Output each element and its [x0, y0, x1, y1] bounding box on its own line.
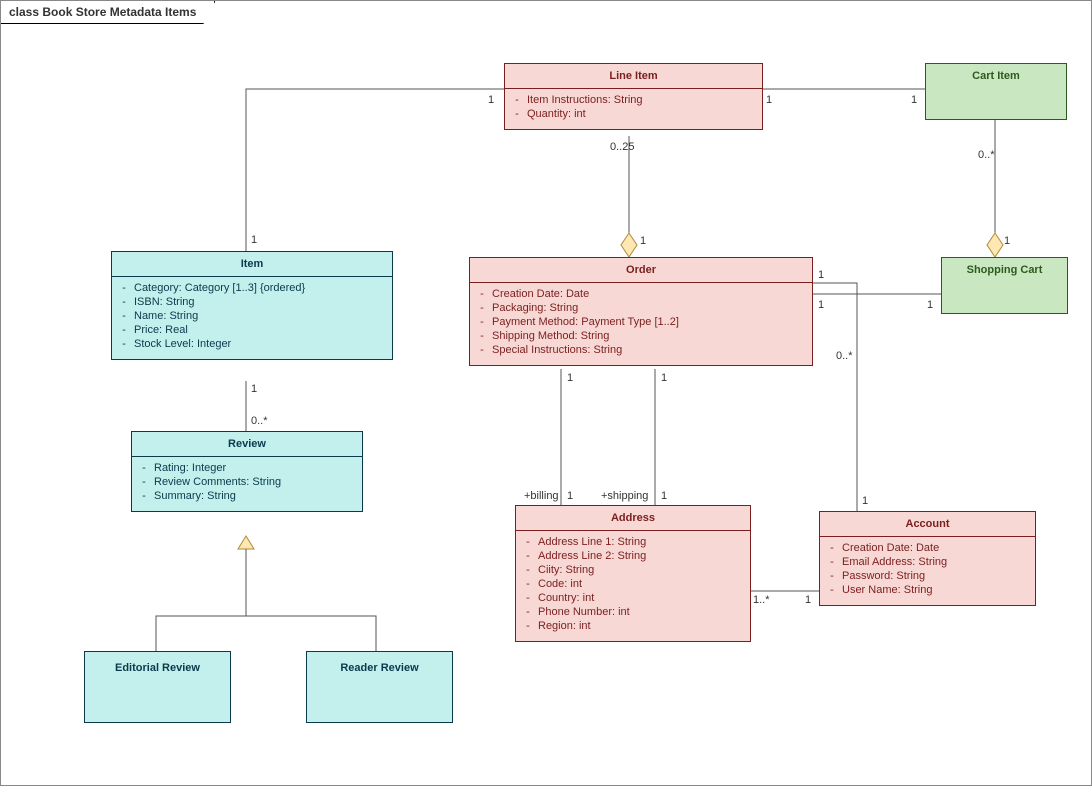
class-diagram: class Book Store Metadata Items [0, 0, 1092, 786]
diagram-title: class Book Store Metadata Items [1, 1, 215, 24]
class-attrs: -Rating: Integer-Review Comments: String… [132, 457, 362, 511]
mult: 1 [661, 490, 667, 502]
class-order[interactable]: Order -Creation Date: Date-Packaging: St… [469, 257, 813, 366]
mult: 1 [251, 234, 257, 246]
mult: 1 [251, 383, 257, 395]
class-account[interactable]: Account -Creation Date: Date-Email Addre… [819, 511, 1036, 606]
mult: 1 [488, 94, 494, 106]
class-cart-item[interactable]: Cart Item [925, 63, 1067, 120]
mult: 1 [640, 235, 646, 247]
mult: 1 [567, 372, 573, 384]
mult: 0..* [251, 415, 268, 427]
class-title: Shopping Cart [942, 258, 1067, 282]
mult: 1 [927, 299, 933, 311]
mult: +shipping [601, 490, 648, 502]
class-attrs: -Address Line 1: String-Address Line 2: … [516, 531, 750, 641]
class-shopping-cart[interactable]: Shopping Cart [941, 257, 1068, 314]
mult: 0..25 [610, 141, 634, 153]
class-title: Line Item [505, 64, 762, 89]
mult: 0..* [836, 350, 853, 362]
class-attrs: -Creation Date: Date-Packaging: String-P… [470, 283, 812, 365]
class-attrs: -Item Instructions: String-Quantity: int [505, 89, 762, 129]
mult: 1 [661, 372, 667, 384]
mult: 1 [567, 490, 573, 502]
mult: 1 [766, 94, 772, 106]
mult: 1 [818, 299, 824, 311]
class-attrs: -Category: Category [1..3] {ordered}-ISB… [112, 277, 392, 359]
mult: +billing [524, 490, 559, 502]
class-reader-review[interactable]: Reader Review [306, 651, 453, 723]
mult: 1 [818, 269, 824, 281]
class-title: Item [112, 252, 392, 277]
class-title: Address [516, 506, 750, 531]
mult: 1..* [753, 594, 770, 606]
class-title: Order [470, 258, 812, 283]
class-attrs: -Creation Date: Date-Email Address: Stri… [820, 537, 1035, 605]
mult: 1 [1004, 235, 1010, 247]
class-review[interactable]: Review -Rating: Integer-Review Comments:… [131, 431, 363, 512]
class-address[interactable]: Address -Address Line 1: String-Address … [515, 505, 751, 642]
class-title: Account [820, 512, 1035, 537]
class-title: Editorial Review [85, 652, 230, 680]
mult: 1 [805, 594, 811, 606]
mult: 1 [911, 94, 917, 106]
mult: 1 [862, 495, 868, 507]
class-editorial-review[interactable]: Editorial Review [84, 651, 231, 723]
class-item[interactable]: Item -Category: Category [1..3] {ordered… [111, 251, 393, 360]
class-title: Cart Item [926, 64, 1066, 88]
mult: 0..* [978, 149, 995, 161]
class-title: Review [132, 432, 362, 457]
class-line-item[interactable]: Line Item -Item Instructions: String-Qua… [504, 63, 763, 130]
class-title: Reader Review [307, 652, 452, 680]
